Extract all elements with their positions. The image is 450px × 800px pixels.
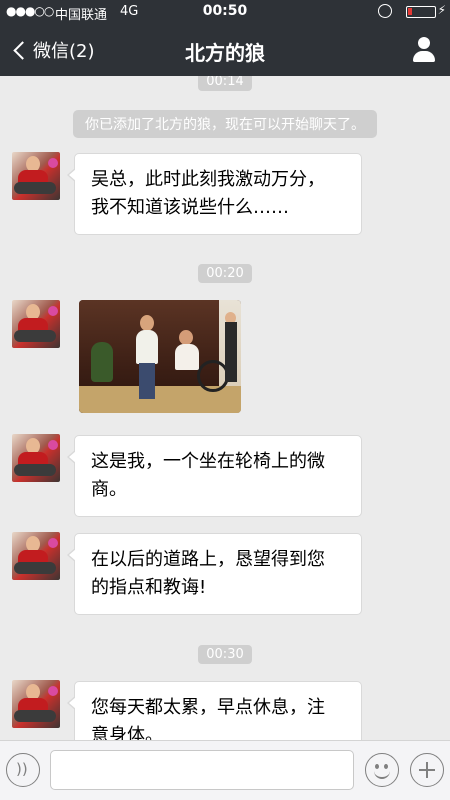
status-bar: ●●●○○ 中国联通 4G 00:50 ⚡ [0, 0, 450, 24]
avatar[interactable] [12, 300, 60, 348]
voice-button[interactable]: )) [6, 753, 40, 787]
message-line: 您每天都太累，早点休息，注 [91, 697, 325, 718]
charging-icon: ⚡ [437, 3, 446, 17]
back-button[interactable]: 微信(2) [8, 24, 95, 76]
input-bar: )) [0, 740, 450, 800]
message-line: 的指点和教诲! [91, 577, 207, 598]
message-bubble[interactable]: 这是我，一个坐在轮椅上的微 商。 [67, 435, 362, 517]
timestamp: 00:14 [0, 76, 450, 91]
nav-bar: 微信(2) 北方的狼 [0, 24, 450, 76]
chevron-left-icon [13, 40, 32, 60]
battery-icon [406, 6, 436, 18]
profile-icon [418, 37, 430, 49]
message-line: 这是我，一个坐在轮椅上的微 [91, 451, 325, 472]
message-bubble[interactable]: 您每天都太累，早点休息，注 意身体。 [67, 681, 362, 740]
message-line: 意身体。 [91, 725, 163, 740]
image-message[interactable] [79, 300, 241, 413]
message-line: 我不知道该说些什么…… [91, 197, 289, 218]
voice-icon: )) [16, 760, 28, 778]
system-message: 你已添加了北方的狼，现在可以开始聊天了。 [0, 110, 450, 138]
avatar[interactable] [12, 532, 60, 580]
message-line: 商。 [91, 479, 127, 500]
back-label: 微信(2) [33, 41, 95, 62]
message-bubble[interactable]: 吴总，此时此刻我激动万分， 我不知道该说些什么…… [67, 153, 362, 235]
message-bubble[interactable]: 在以后的道路上，恳望得到您 的指点和教诲! [67, 533, 362, 615]
rotation-lock-icon [378, 4, 392, 18]
avatar[interactable] [12, 680, 60, 728]
avatar[interactable] [12, 152, 60, 200]
emoji-button[interactable] [365, 753, 399, 787]
message-line: 吴总，此时此刻我激动万分， [91, 169, 325, 190]
timestamp: 00:20 [0, 262, 450, 283]
chat-area[interactable]: 00:14 你已添加了北方的狼，现在可以开始聊天了。 吴总，此时此刻我激动万分，… [0, 76, 450, 740]
profile-button[interactable] [410, 36, 438, 64]
battery-fill [408, 8, 412, 15]
message-line: 在以后的道路上，恳望得到您 [91, 549, 325, 570]
timestamp: 00:30 [0, 643, 450, 664]
avatar[interactable] [12, 434, 60, 482]
message-input[interactable] [50, 750, 354, 790]
emoji-icon [375, 764, 379, 769]
plus-button[interactable] [410, 753, 444, 787]
